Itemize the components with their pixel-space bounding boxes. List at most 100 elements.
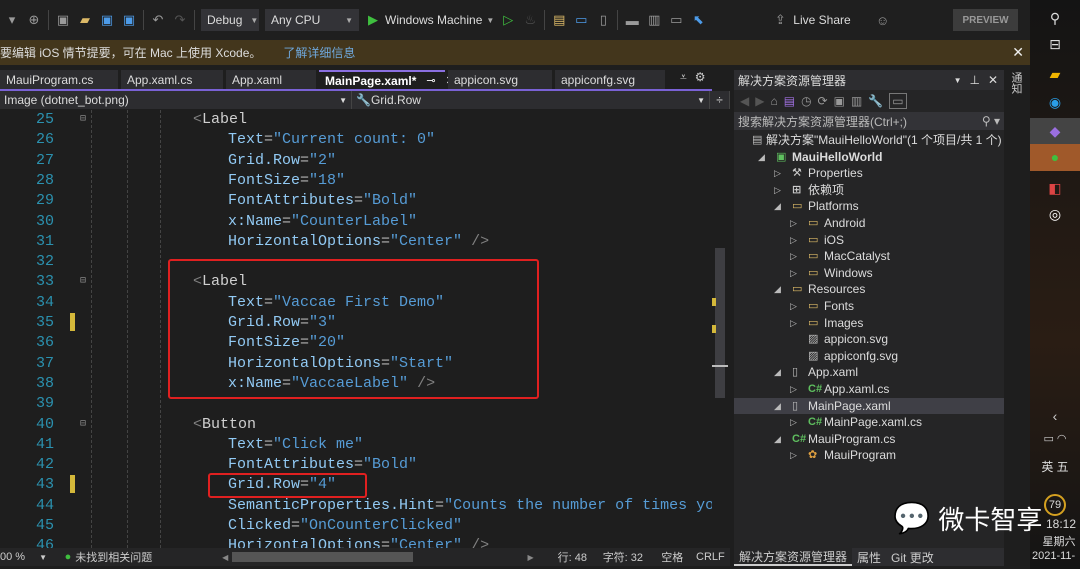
configuration-dropdown[interactable]: Debug ▼ — [201, 9, 259, 31]
code-line[interactable]: 25 ⊟ <Label — [0, 110, 712, 130]
save-all-icon[interactable]: ▣ — [121, 12, 137, 28]
layout-icon[interactable]: ▥ — [646, 12, 662, 28]
tab-solution-explorer[interactable]: 解决方案资源管理器 — [734, 548, 853, 566]
code-line[interactable]: 44 SemanticProperties.Hint="Counts the nu… — [0, 496, 712, 516]
wechat-icon[interactable]: ● — [1030, 144, 1080, 171]
member-dropdown[interactable]: 🔧Grid.Row ▼ — [352, 91, 710, 109]
live-share-button[interactable]: ⇪ Live Share — [772, 12, 851, 28]
tab-appiconfg-svg[interactable]: appiconfg.svg — [555, 70, 665, 89]
code-line[interactable]: 27 Grid.Row="2" — [0, 151, 712, 171]
tab-appicon-svg[interactable]: appicon.svg — [448, 70, 552, 89]
tab-app-xaml[interactable]: App.xaml — [226, 70, 316, 89]
expanded-arrow-icon[interactable]: ◢ — [758, 149, 765, 166]
tree-item[interactable]: ◢ C# MauiProgram.cs — [734, 431, 1004, 448]
task-view-icon[interactable]: ⊟ — [1030, 36, 1080, 53]
dropdown-arrow-icon[interactable]: ▾ — [4, 12, 20, 28]
tree-item[interactable]: ▤ 解决方案"MauiHelloWorld"(1 个项目/共 1 个) — [734, 132, 1004, 149]
forward-icon[interactable]: ▶ — [755, 94, 764, 108]
close-icon[interactable]: ✕ — [988, 73, 998, 87]
code-line[interactable]: 46 HorizontalOptions="Center" /> — [0, 536, 712, 548]
chevron-down-icon[interactable]: ▼ — [954, 76, 962, 85]
forward-icon[interactable]: ⊕ — [26, 12, 42, 28]
preview-badge[interactable]: PREVIEW — [953, 9, 1018, 31]
notifications-side-tab[interactable]: 通知 — [1008, 72, 1024, 94]
expanded-arrow-icon[interactable]: ◢ — [774, 398, 781, 415]
hot-reload-icon[interactable]: ♨ — [522, 12, 538, 28]
show-all-files-icon[interactable]: ▥ — [851, 94, 862, 108]
tree-item[interactable]: ▨ appiconfg.svg — [734, 348, 1004, 365]
tree-item[interactable]: ▷ ✿ MauiProgram — [734, 447, 1004, 464]
tree-item[interactable]: ◢ ▭ Platforms — [734, 198, 1004, 215]
search-icon[interactable]: ⚲ ▾ — [982, 114, 1000, 128]
split-editor-button[interactable]: ÷ — [710, 91, 730, 109]
clock-time[interactable]: 18:12 — [1036, 517, 1080, 531]
save-icon[interactable]: ▣ — [99, 12, 115, 28]
collapsed-arrow-icon[interactable]: ▷ — [790, 381, 797, 398]
code-line[interactable]: 29 FontAttributes="Bold" — [0, 191, 712, 211]
edge-icon[interactable]: ◉ — [1030, 94, 1080, 111]
tree-item[interactable]: ▷ C# MainPage.xaml.cs — [734, 414, 1004, 431]
tab-properties[interactable]: 属性 — [852, 548, 886, 566]
vertical-scrollbar[interactable] — [712, 110, 728, 548]
code-line[interactable]: 41 Text="Click me" — [0, 435, 712, 455]
preview-selected-icon[interactable]: ▭ — [889, 93, 907, 109]
terminal-icon[interactable]: ▬ — [624, 13, 640, 28]
line-ending[interactable]: CRLF — [691, 551, 730, 563]
properties-icon[interactable]: 🔧 — [868, 94, 883, 108]
start-without-debug-icon[interactable]: ▷ — [500, 12, 516, 28]
new-project-icon[interactable]: ▣ — [55, 12, 71, 28]
tree-item[interactable]: ◢ ▯ App.xaml — [734, 364, 1004, 381]
tree-item[interactable]: ▨ appicon.svg — [734, 331, 1004, 348]
expanded-arrow-icon[interactable]: ◢ — [774, 198, 781, 215]
history-icon[interactable]: ◷ — [801, 94, 811, 108]
collapsed-arrow-icon[interactable]: ▷ — [790, 265, 797, 282]
solution-search-input[interactable]: 搜索解决方案资源管理器(Ctrl+;) ⚲ ▾ — [734, 112, 1004, 130]
code-line[interactable]: 40 ⊟ <Button — [0, 415, 712, 435]
code-line[interactable]: 31 HorizontalOptions="Center" /> — [0, 232, 712, 252]
zoom-level[interactable]: 00 % — [0, 551, 39, 563]
collapsed-arrow-icon[interactable]: ▷ — [790, 232, 797, 249]
tab-list-icon[interactable]: ⩡ — [680, 70, 687, 90]
collapsed-arrow-icon[interactable]: ▷ — [790, 414, 797, 431]
tree-item[interactable]: ◢ ▭ Resources — [734, 281, 1004, 298]
redo-icon[interactable]: ↷ — [172, 12, 188, 28]
refresh-icon[interactable]: ⟳ — [818, 94, 828, 108]
collapsed-arrow-icon[interactable]: ▷ — [790, 248, 797, 265]
horizontal-scrollbar[interactable] — [232, 552, 414, 562]
gear-icon[interactable]: ⚙ — [695, 70, 706, 90]
code-line[interactable]: 45 Clicked="OnCounterClicked" — [0, 516, 712, 536]
tree-item[interactable]: ◢ ▣ MauiHelloWorld — [734, 149, 1004, 166]
element-dropdown[interactable]: Image (dotnet_bot.png) ▼ — [0, 91, 352, 109]
code-line[interactable]: 30 x:Name="CounterLabel" — [0, 212, 712, 232]
collapsed-arrow-icon[interactable]: ▷ — [790, 298, 797, 315]
indent-mode[interactable]: 空格 — [654, 549, 691, 565]
tree-item[interactable]: ◢ ▯ MainPage.xaml — [734, 397, 1004, 415]
find-in-files-icon[interactable]: ▤ — [551, 12, 567, 28]
open-folder-icon[interactable]: ▰ — [77, 12, 93, 28]
expanded-arrow-icon[interactable]: ◢ — [774, 281, 781, 298]
close-icon[interactable]: ✕ — [1012, 44, 1024, 61]
learn-more-link[interactable]: 了解详细信息 — [283, 44, 355, 61]
pin-icon[interactable]: ⊥ — [969, 73, 979, 87]
browser-icon[interactable]: ▭ — [573, 12, 589, 28]
collapsed-arrow-icon[interactable]: ▷ — [774, 165, 781, 182]
collapse-icon[interactable]: ⊟ — [80, 415, 86, 435]
feedback-icon[interactable]: ☺ — [875, 13, 891, 28]
tree-item[interactable]: ▷ ▭ Fonts — [734, 298, 1004, 315]
tree-item[interactable]: ▷ ▭ Images — [734, 315, 1004, 332]
tree-item[interactable]: ▷ ⊞ 依赖项 — [734, 182, 1004, 199]
app-icon[interactable]: ◧ — [1030, 180, 1080, 197]
tab-git-changes[interactable]: Git 更改 — [886, 548, 939, 566]
tree-item[interactable]: ▷ C# App.xaml.cs — [734, 381, 1004, 398]
platform-dropdown[interactable]: Any CPU ▼ — [265, 9, 359, 31]
collapsed-arrow-icon[interactable]: ▷ — [774, 182, 781, 199]
issues-status[interactable]: 未找到相关问题 — [75, 549, 222, 565]
tree-item[interactable]: ▷ ▭ Android — [734, 215, 1004, 232]
back-icon[interactable]: ◀ — [740, 94, 749, 108]
scrollbar-thumb[interactable] — [715, 248, 725, 398]
tab-app-xaml-cs[interactable]: App.xaml.cs — [121, 70, 223, 89]
tree-item[interactable]: ▷ ▭ iOS — [734, 232, 1004, 249]
input-language[interactable]: 英 五 — [1030, 458, 1080, 475]
tree-item[interactable]: ▷ ▭ MacCatalyst — [734, 248, 1004, 265]
code-line[interactable]: 26 Text="Current count: 0" — [0, 130, 712, 150]
